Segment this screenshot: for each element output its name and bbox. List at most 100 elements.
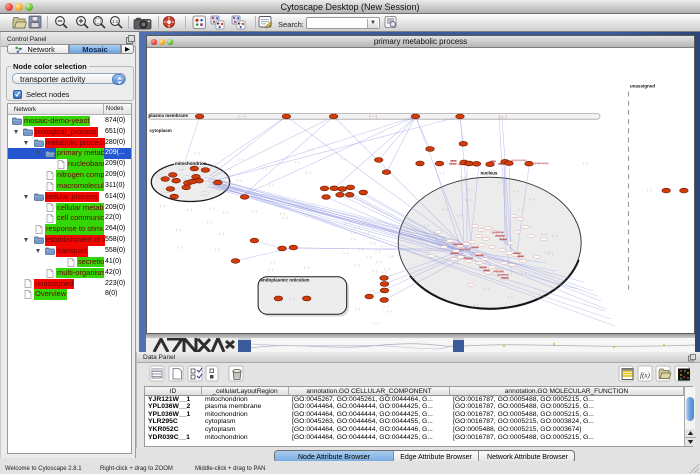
svg-text:···: ···: [487, 272, 490, 275]
svg-text:···: ···: [430, 255, 433, 258]
svg-text:···: ···: [485, 238, 488, 241]
svg-text:[···]: [···]: [283, 216, 288, 220]
svg-text:[···]: [···]: [219, 232, 224, 236]
svg-text:[···]: [···]: [373, 269, 378, 273]
svg-text:gene,gene,gene,ge: gene,gene,gene,ge: [449, 163, 458, 166]
svg-text:[···]: [···]: [519, 208, 524, 212]
svg-text:nucleus: nucleus: [481, 171, 499, 176]
svg-text:[···]: [···]: [215, 248, 220, 252]
svg-text:[···]: [···]: [306, 170, 311, 174]
svg-text:[···]: [···]: [514, 189, 519, 193]
svg-text:[···]: [···]: [382, 270, 387, 274]
svg-text:[···]: [···]: [384, 304, 389, 308]
svg-text:···: ···: [530, 235, 533, 238]
svg-text:[···]: [···]: [355, 263, 360, 267]
svg-text:cytoplasm: cytoplasm: [150, 128, 172, 133]
svg-text:gene,gene,gene,ge: gene,gene,gene,ge: [483, 269, 491, 272]
svg-text:[···]: [···]: [508, 295, 513, 299]
svg-text:[···]: [···]: [195, 151, 200, 155]
svg-text:[···]: [···]: [442, 208, 447, 212]
svg-text:···: ···: [519, 218, 522, 221]
svg-text:···: ···: [511, 264, 514, 267]
svg-text:[···]: [···]: [461, 175, 466, 179]
svg-text:···: ···: [510, 242, 513, 245]
svg-text:···: ···: [478, 235, 481, 238]
svg-text:[···]: [···]: [530, 197, 535, 201]
svg-text:···: ···: [468, 260, 471, 263]
svg-text:[···]: [···]: [344, 251, 349, 255]
svg-text:[···]: [···]: [424, 224, 429, 228]
svg-text:[···]: [···]: [468, 188, 473, 192]
svg-text:···: ···: [516, 231, 519, 234]
svg-text:···: ···: [437, 231, 440, 234]
svg-text:gene,gene,gene,ge: gene,gene,gene,ge: [471, 246, 480, 249]
svg-text:···: ···: [487, 227, 490, 230]
svg-text:[···]: [···]: [382, 244, 387, 248]
svg-text:gene,gene,gene,ge: gene,gene,gene,ge: [450, 252, 460, 255]
svg-text:···: ···: [512, 215, 515, 218]
svg-text:[···]: [···]: [304, 265, 309, 269]
svg-text:[···]: [···]: [389, 254, 394, 258]
svg-text:[···]: [···]: [351, 231, 356, 235]
svg-text:[···]: [···]: [160, 204, 165, 208]
svg-text:[···]: [···]: [176, 227, 181, 231]
svg-text:[···]: [···]: [351, 237, 356, 241]
svg-text:[···]: [···]: [484, 286, 489, 290]
svg-text:···: ···: [480, 229, 483, 232]
svg-text:[···]: [···]: [359, 247, 364, 251]
svg-text:[···]: [···]: [548, 251, 553, 255]
svg-text:1:1: 1:1: [112, 19, 119, 24]
svg-text:···: ···: [470, 284, 473, 287]
svg-text:···: ···: [471, 241, 474, 244]
svg-text:[···]: [···]: [466, 198, 471, 202]
svg-text:···: ···: [491, 266, 494, 269]
svg-text:[···]: [···]: [370, 235, 375, 239]
svg-text:gene,gene,gene,ge: gene,gene,gene,ge: [459, 248, 472, 251]
svg-text:[···]: [···]: [237, 178, 242, 182]
svg-text:gene,gene,gene,ge: gene,gene,gene,ge: [501, 277, 510, 280]
svg-text:[···]: [···]: [426, 249, 431, 253]
svg-text:···: ···: [491, 246, 494, 249]
svg-text:···: ···: [443, 246, 446, 249]
svg-text:[···]: [···]: [290, 297, 295, 301]
svg-text:plasma membrane: plasma membrane: [149, 113, 189, 118]
svg-text:···: ···: [481, 244, 484, 247]
svg-text:[··]: [··]: [203, 192, 207, 196]
svg-text:···: ···: [478, 262, 481, 265]
svg-text:[·—·]: [·—·]: [369, 114, 376, 118]
svg-text:···: ···: [503, 262, 506, 265]
svg-text:[···]: [···]: [187, 208, 192, 212]
svg-text:[···]: [···]: [542, 232, 547, 236]
svg-text:[···]: [···]: [457, 213, 462, 217]
svg-text:[···]: [···]: [262, 167, 267, 171]
svg-text:[···]: [···]: [377, 260, 382, 264]
svg-text:gene,gene,gene,ge: gene,gene,gene,ge: [499, 238, 508, 241]
svg-text:f(x): f(x): [640, 372, 650, 380]
svg-text:gene,gene,gene,ge: gene,gene,gene,ge: [517, 255, 525, 258]
svg-text:[···]: [···]: [209, 207, 214, 211]
svg-text:···: ···: [449, 240, 452, 243]
svg-text:gene,gene,gene,ge: gene,gene,gene,ge: [475, 254, 485, 257]
svg-text:[···]: [···]: [552, 234, 557, 238]
svg-text:[···]: [···]: [521, 271, 526, 275]
svg-text:[···]: [···]: [499, 180, 504, 184]
svg-text:[···]: [···]: [268, 267, 273, 271]
svg-text:[···]: [···]: [252, 209, 257, 213]
svg-text:[···]: [···]: [387, 309, 392, 313]
svg-text:[··]: [··]: [180, 166, 184, 170]
svg-text:···: ···: [484, 258, 487, 261]
svg-text:[···]: [···]: [440, 171, 445, 175]
svg-text:···: ···: [460, 256, 463, 259]
svg-text:[···]: [···]: [374, 321, 379, 325]
svg-text:endoplasmic reticulum: endoplasmic reticulum: [261, 277, 310, 282]
svg-text:[···]: [···]: [370, 289, 375, 293]
svg-text:[···]: [···]: [371, 241, 376, 245]
svg-text:[···]: [···]: [341, 157, 346, 161]
svg-text:[···]: [···]: [269, 183, 274, 187]
svg-text:[···]: [···]: [367, 255, 372, 259]
svg-text:gene,gene,gene,ge: gene,gene,gene,ge: [453, 243, 464, 246]
svg-text:[···]: [···]: [453, 261, 458, 265]
svg-text:[···]: [···]: [355, 226, 360, 230]
svg-text:[·—·]: [·—·]: [499, 114, 506, 118]
svg-text:[···]: [···]: [295, 161, 300, 165]
